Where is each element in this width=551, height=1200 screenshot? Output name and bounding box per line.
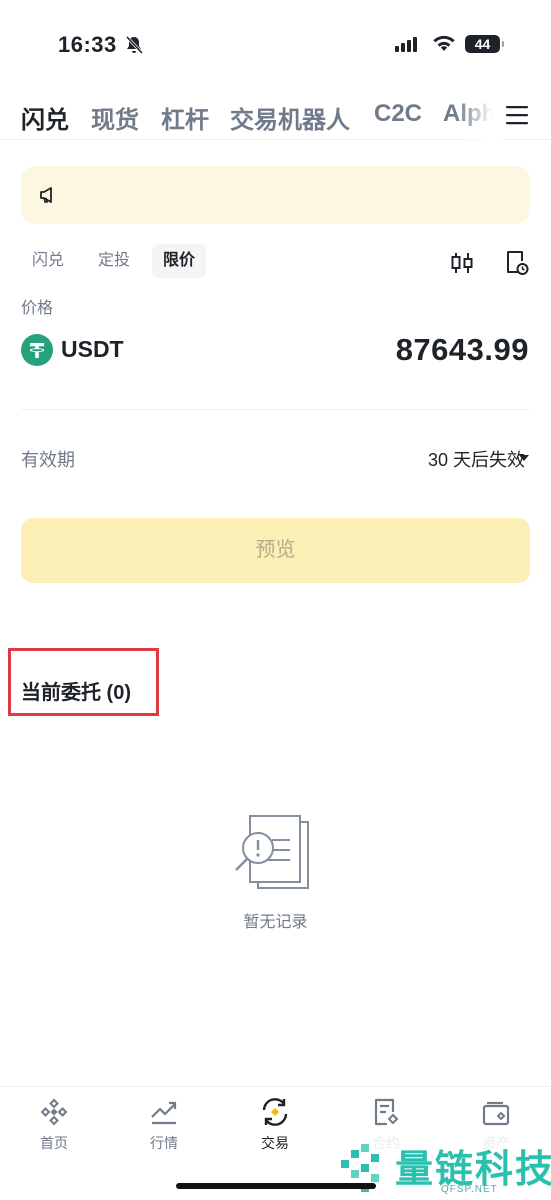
candlestick-chart-icon[interactable] <box>450 251 474 275</box>
status-time: 16:33 <box>58 32 117 57</box>
price-label: 价格 <box>21 300 54 317</box>
cellular-signal-icon <box>395 37 417 52</box>
tab-convert[interactable]: 闪兑 <box>21 100 69 135</box>
wallet-icon <box>482 1101 510 1126</box>
hamburger-menu-icon[interactable] <box>505 104 529 126</box>
nav-trade[interactable]: 交易 <box>235 1097 315 1153</box>
price-currency[interactable]: USDT <box>61 336 124 363</box>
nav-home-label: 首页 <box>40 1135 68 1151</box>
trade-swap-icon <box>262 1098 288 1126</box>
divider <box>21 409 530 410</box>
tab-spot[interactable]: 现货 <box>91 100 139 135</box>
mode-tab-limit[interactable]: 限价 <box>152 244 207 278</box>
tab-margin[interactable]: 杠杆 <box>161 100 209 135</box>
validity-label: 有效期 <box>21 450 75 470</box>
binance-home-icon <box>40 1098 68 1126</box>
tab-trading-bots[interactable]: 交易机器人 <box>230 100 350 135</box>
nav-trade-label: 交易 <box>261 1135 289 1151</box>
open-orders-title[interactable]: 当前委托 (0) <box>21 676 131 705</box>
bell-muted-icon <box>125 35 144 55</box>
limit-price-input[interactable]: 87643.99 <box>396 332 529 368</box>
empty-state-text: 暂无记录 <box>243 914 308 931</box>
trade-type-tabs: 闪兑 现货 杠杆 交易机器人 C2C Alph <box>0 94 551 140</box>
caret-down-icon[interactable] <box>519 455 529 461</box>
nav-markets[interactable]: 行情 <box>124 1097 204 1153</box>
mode-tab-recurring[interactable]: 定投 <box>87 244 141 278</box>
nav-markets-label: 行情 <box>150 1135 178 1151</box>
tabs-fade <box>455 94 503 140</box>
home-indicator <box>176 1183 376 1189</box>
watermark: 量链科技 QFSP.NET <box>331 1134 551 1200</box>
announcement-banner[interactable] <box>21 166 530 224</box>
market-chart-icon <box>151 1101 177 1125</box>
no-records-icon <box>235 815 309 889</box>
nav-home[interactable]: 首页 <box>14 1097 94 1153</box>
validity-selector[interactable]: 30 天后失效 <box>428 446 525 472</box>
status-bar: 16:33 44 <box>0 0 551 80</box>
battery-indicator: 44 <box>465 35 504 53</box>
tab-c2c[interactable]: C2C <box>374 100 422 128</box>
futures-icon <box>374 1098 399 1126</box>
watermark-url: QFSP.NET <box>441 1184 498 1195</box>
order-history-icon[interactable] <box>505 250 529 276</box>
mode-tab-market[interactable]: 闪兑 <box>21 244 75 278</box>
megaphone-icon <box>40 187 52 203</box>
wifi-icon <box>433 35 455 51</box>
preview-button[interactable]: 预览 <box>21 518 530 583</box>
usdt-coin-icon <box>21 334 53 366</box>
